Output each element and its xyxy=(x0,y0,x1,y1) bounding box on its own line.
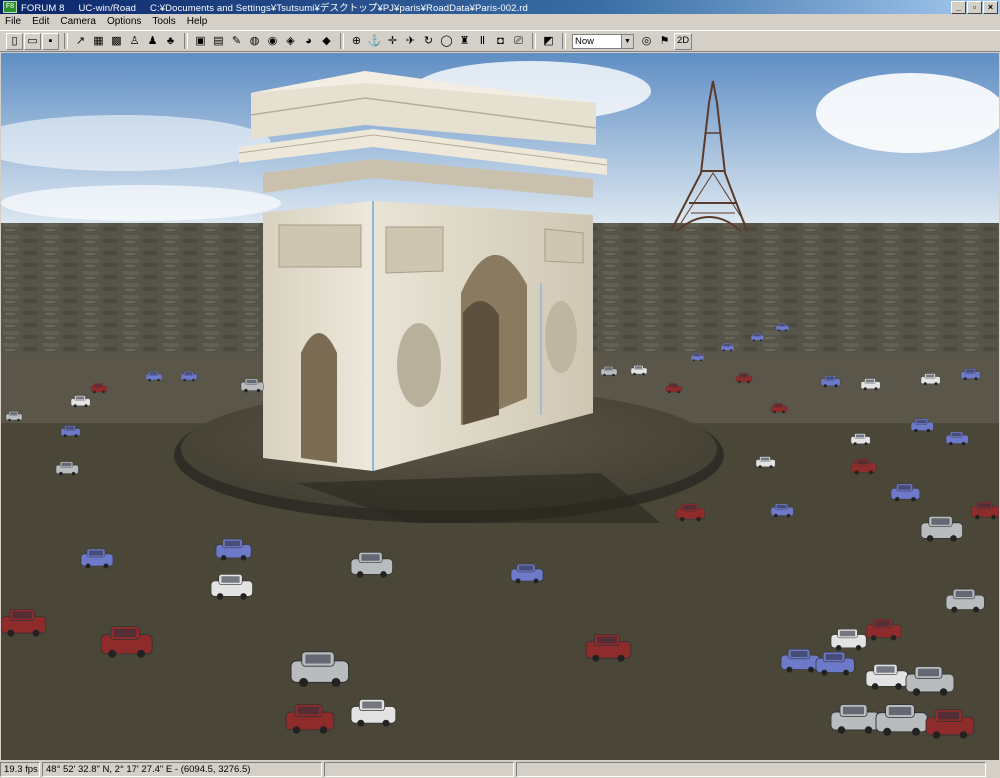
status-panel-2 xyxy=(516,762,986,777)
menu-options[interactable]: Options xyxy=(102,16,147,27)
intersection-button[interactable]: ▦ xyxy=(90,33,107,50)
status-panel-1 xyxy=(324,762,514,777)
flag-icon: ⚑ xyxy=(659,34,670,47)
menu-bar: File Edit Camera Options Tools Help xyxy=(0,14,1000,28)
plane-icon: ✈ xyxy=(405,34,416,47)
plane-button[interactable]: ✈ xyxy=(402,33,419,50)
new-icon: ▯ xyxy=(11,34,18,47)
globe-button[interactable]: ◕ xyxy=(300,33,317,50)
edit-icon: ✎ xyxy=(231,34,242,47)
person-button[interactable]: ♙ xyxy=(126,33,143,50)
walk-icon: ♟ xyxy=(147,34,158,47)
minimize-button[interactable]: _ xyxy=(951,1,966,14)
tree-button[interactable]: ♣ xyxy=(162,33,179,50)
person-icon: ♙ xyxy=(129,34,140,47)
product-name: UC-win/Road xyxy=(78,3,137,14)
fps-readout: 19.3 fps xyxy=(0,762,40,777)
car-button[interactable]: ◘ xyxy=(492,33,509,50)
road-icon: ↗ xyxy=(75,34,86,47)
earth-icon: ◯ xyxy=(440,34,453,47)
paint-button[interactable]: ◍ xyxy=(246,33,263,50)
rotate-icon: ↻ xyxy=(423,34,434,47)
record-icon: ⎚ xyxy=(514,34,523,47)
globe-icon: ◕ xyxy=(305,34,312,47)
time-select[interactable]: Now ▼ xyxy=(572,33,634,49)
vehicle-icon: ◆ xyxy=(322,34,331,47)
open-button[interactable]: ▭ xyxy=(24,32,41,50)
car-icon: ◘ xyxy=(497,34,504,47)
anchor-icon: ⚓ xyxy=(367,34,382,47)
flag-button[interactable]: ⚑ xyxy=(656,33,673,50)
maximize-button[interactable]: ▫ xyxy=(967,1,982,14)
app-logo-icon: F8 xyxy=(3,1,17,13)
signal-icon: ◉ xyxy=(267,34,278,47)
texture-icon: ▤ xyxy=(213,34,224,47)
menu-file[interactable]: File xyxy=(0,16,27,27)
walk-button[interactable]: ♟ xyxy=(144,33,161,50)
pedestrian-button[interactable]: ♜ xyxy=(456,33,473,50)
earth-button[interactable]: ◯ xyxy=(438,33,455,50)
tree-icon: ♣ xyxy=(166,34,175,47)
close-button[interactable]: × xyxy=(983,1,998,14)
paint-icon: ◍ xyxy=(249,34,260,47)
intersection-icon: ▦ xyxy=(93,34,104,47)
app-name: FORUM 8 xyxy=(21,3,65,14)
menu-camera[interactable]: Camera xyxy=(55,16,102,27)
target-button[interactable]: ⊕ xyxy=(348,33,365,50)
model-icon: ▣ xyxy=(195,34,206,47)
rotate-button[interactable]: ↻ xyxy=(420,33,437,50)
terrain-button[interactable]: ▩ xyxy=(108,33,125,50)
open-icon: ▭ xyxy=(27,34,38,47)
coordinate-readout: 48° 52' 32.8" N, 2° 17' 27.4" E - (6094.… xyxy=(42,762,322,777)
chevron-down-icon: ▼ xyxy=(621,34,633,48)
cloud xyxy=(1,185,281,221)
status-bar: 19.3 fps 48° 52' 32.8" N, 2° 17' 27.4" E… xyxy=(0,762,1000,778)
anchor-button[interactable]: ⚓ xyxy=(366,33,383,50)
sky-button[interactable]: ◩ xyxy=(540,33,557,50)
menu-edit[interactable]: Edit xyxy=(27,16,55,27)
pause-icon: Ⅱ xyxy=(479,34,486,47)
save-icon: ▪ xyxy=(48,34,53,47)
2d-mode-button[interactable]: 2D xyxy=(674,32,693,50)
toolbar-separator xyxy=(562,33,566,49)
texture-button[interactable]: ▤ xyxy=(210,33,227,50)
terrain-icon: ▩ xyxy=(111,34,122,47)
scene-canvas[interactable] xyxy=(1,53,999,760)
pedestrian-icon: ♜ xyxy=(459,34,470,47)
target-icon: ⊕ xyxy=(351,34,362,47)
path-button[interactable]: ◈ xyxy=(282,33,299,50)
menu-help[interactable]: Help xyxy=(182,16,214,27)
toolbar-separator xyxy=(340,33,344,49)
signal-button[interactable]: ◉ xyxy=(264,33,281,50)
title-bar: F8 FORUM 8 UC-win/Road C:¥Documents and Se… xyxy=(0,0,1000,14)
sun-button[interactable]: ◎ xyxy=(638,33,655,50)
cloud xyxy=(816,73,999,153)
pause-button[interactable]: Ⅱ xyxy=(474,33,491,50)
3d-viewport[interactable] xyxy=(1,53,999,760)
toolbar: ▯ ▭ ▪ ↗ ▦ ▩ ♙ ♟ ♣ ▣ ▤ ✎ ◍ ◉ ◈ ◕ ◆ ⊕ ⚓ ✛ ✈ ↻ ◯ ♜ Ⅱ ◘ ⎚ ◩ Now ▼ ◎ ⚑ 2D xyxy=(0,30,1000,52)
sun-icon: ◎ xyxy=(641,34,652,47)
toolbar-separator xyxy=(184,33,188,49)
crosshair-icon: ✛ xyxy=(387,34,398,47)
vehicle-button[interactable]: ◆ xyxy=(318,33,335,50)
path-icon: ◈ xyxy=(286,34,295,47)
record-button[interactable]: ⎚ xyxy=(510,33,527,50)
road-button[interactable]: ↗ xyxy=(72,33,89,50)
model-button[interactable]: ▣ xyxy=(192,33,209,50)
sky-icon: ◩ xyxy=(543,34,554,47)
toolbar-separator xyxy=(64,33,68,49)
crosshair-button[interactable]: ✛ xyxy=(384,33,401,50)
time-select-value: Now xyxy=(575,35,595,47)
file-path: C:¥Documents and Settings¥Tsutsumi¥デスクトッ… xyxy=(150,3,528,14)
edit-button[interactable]: ✎ xyxy=(228,33,245,50)
save-button[interactable]: ▪ xyxy=(42,32,59,50)
new-button[interactable]: ▯ xyxy=(6,32,23,50)
window-title: FORUM 8 UC-win/Road C:¥Documents and Setti… xyxy=(21,0,542,14)
toolbar-separator xyxy=(532,33,536,49)
menu-tools[interactable]: Tools xyxy=(147,16,181,27)
